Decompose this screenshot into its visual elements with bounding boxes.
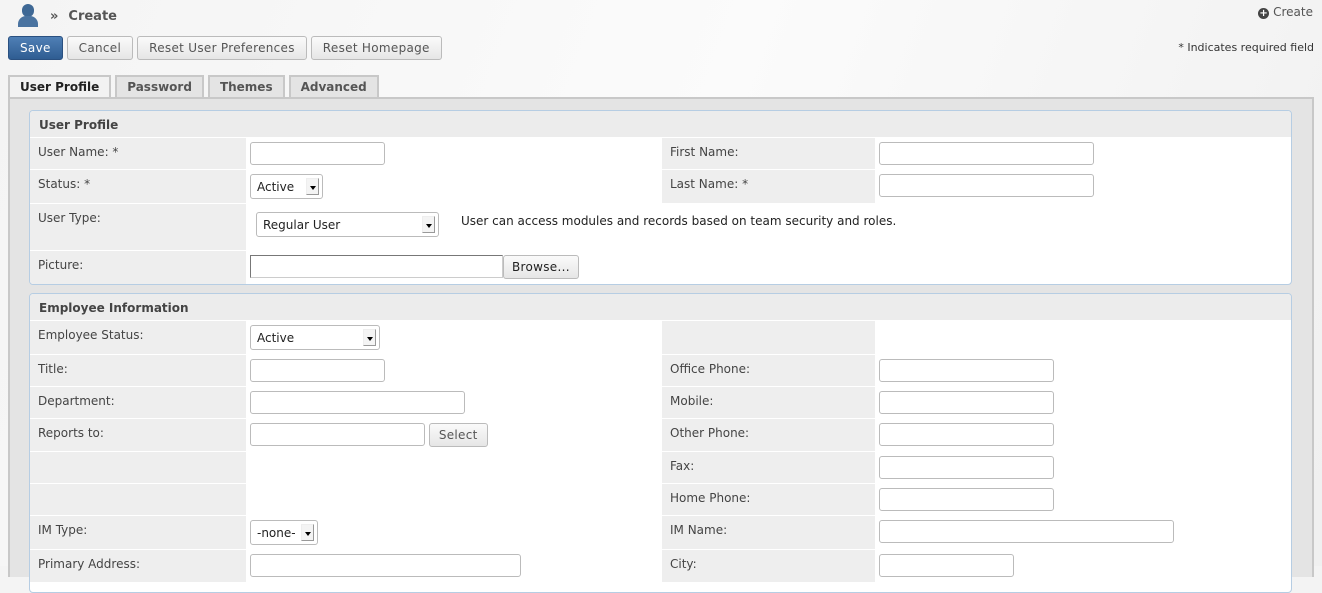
- label: Title:: [30, 354, 246, 387]
- label: First Name:: [662, 137, 875, 170]
- mobile-input[interactable]: [879, 391, 1054, 414]
- cancel-button[interactable]: Cancel: [66, 36, 134, 60]
- office-phone-input[interactable]: [879, 359, 1054, 382]
- user-type-value: Regular User: [263, 217, 341, 232]
- im-type-select[interactable]: -none-: [250, 520, 318, 545]
- tab-panel: User Profile User Name: * First Name: Sta…: [8, 97, 1314, 593]
- title-input[interactable]: [250, 359, 385, 382]
- page-title: Create: [68, 8, 117, 24]
- fax-input[interactable]: [879, 456, 1054, 479]
- create-link-label: Create: [1273, 5, 1313, 19]
- tab-themes[interactable]: Themes: [207, 75, 285, 97]
- label: Office Phone:: [662, 354, 875, 387]
- user-type-select[interactable]: Regular User: [256, 212, 439, 237]
- label: Last Name: *: [662, 169, 875, 204]
- label: Department:: [30, 386, 246, 419]
- other-phone-input[interactable]: [879, 423, 1054, 446]
- user-name-input[interactable]: [250, 142, 385, 165]
- tab-password[interactable]: Password: [115, 75, 204, 97]
- employee-status-value: Active: [257, 330, 295, 345]
- dropdown-arrow-icon: [301, 524, 314, 541]
- dropdown-arrow-icon: [363, 329, 376, 346]
- section-heading: Employee Information: [30, 294, 1291, 320]
- tab-user-profile[interactable]: User Profile: [8, 75, 112, 98]
- save-button[interactable]: Save: [8, 36, 63, 60]
- reset-user-preferences-button[interactable]: Reset User Preferences: [137, 36, 307, 60]
- label: Home Phone:: [662, 483, 875, 516]
- label: IM Type:: [30, 515, 246, 550]
- select-button[interactable]: Select: [428, 423, 488, 447]
- page-header: » Create: [16, 4, 117, 28]
- section-heading: User Profile: [30, 111, 1291, 137]
- label: Status: *: [30, 169, 246, 204]
- first-name-input[interactable]: [879, 142, 1094, 165]
- user-type-description: User can access modules and records base…: [461, 213, 897, 228]
- dropdown-arrow-icon: [306, 178, 319, 195]
- reports-to-input[interactable]: [250, 423, 425, 446]
- status-value: Active: [257, 179, 295, 194]
- user-icon: [16, 4, 40, 28]
- employee-information-section: Employee Information Employee Status: Act…: [29, 293, 1292, 593]
- label: Mobile:: [662, 386, 875, 419]
- picture-file-input[interactable]: [250, 255, 503, 278]
- plus-icon: +: [1258, 8, 1270, 19]
- label: Fax:: [662, 451, 875, 484]
- tab-advanced[interactable]: Advanced: [288, 75, 379, 97]
- status-select[interactable]: Active: [250, 174, 323, 199]
- home-phone-input[interactable]: [879, 488, 1054, 511]
- employee-status-select[interactable]: Active: [250, 325, 380, 350]
- im-type-value: -none-: [257, 525, 296, 540]
- browse-button[interactable]: Browse...: [503, 255, 579, 279]
- label: IM Name:: [662, 515, 875, 550]
- breadcrumb-sep: »: [50, 8, 59, 24]
- label: Reports to:: [30, 418, 246, 452]
- label: User Type:: [30, 203, 246, 251]
- label: User Name: *: [30, 137, 246, 170]
- department-input[interactable]: [250, 391, 465, 414]
- label: Picture:: [30, 250, 246, 284]
- create-link[interactable]: + Create: [1258, 5, 1313, 19]
- label: Other Phone:: [662, 418, 875, 452]
- dropdown-arrow-icon: [422, 216, 435, 233]
- user-profile-section: User Profile User Name: * First Name: Sta…: [29, 110, 1292, 285]
- im-name-input[interactable]: [879, 520, 1174, 543]
- reset-homepage-button[interactable]: Reset Homepage: [310, 36, 442, 60]
- label: Employee Status:: [30, 320, 246, 355]
- last-name-input[interactable]: [879, 174, 1094, 197]
- required-note: * Indicates required field: [1178, 41, 1314, 54]
